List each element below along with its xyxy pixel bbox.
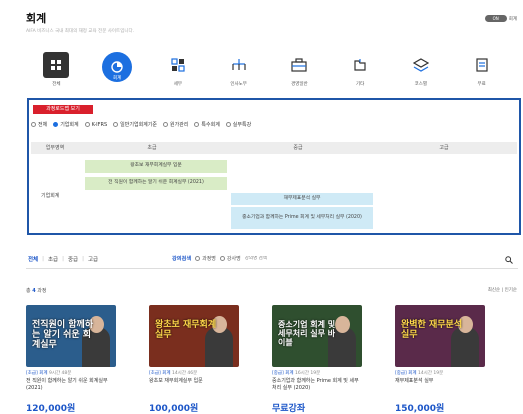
- search-option-title[interactable]: 과정명: [195, 255, 216, 262]
- course-price: 100,000원: [149, 404, 199, 414]
- course-meta: [초급] 회계 14시간 46분: [149, 371, 198, 376]
- filter-all[interactable]: 전체: [31, 121, 47, 128]
- category-label: 경영일반: [291, 82, 308, 87]
- thumb-text: 완벽한 재무분석실무: [401, 320, 463, 340]
- category-label: 세무: [173, 82, 183, 87]
- roadmap-filters: 전체 기업회계 K-IFRS 일반기업회계기준 원가관리 특수회계 실무특강: [31, 121, 251, 128]
- level-tab-advanced[interactable]: 고급: [88, 255, 98, 263]
- thumb-text: 왕초보 재무회계실무: [155, 320, 217, 340]
- category-label: 인사노무: [230, 82, 247, 87]
- radio-icon: [162, 122, 168, 127]
- course-count: 총 4 과정: [26, 288, 47, 294]
- col-beginner: 초급: [147, 145, 157, 151]
- radio-icon: [219, 256, 225, 261]
- category-etc[interactable]: 기타: [330, 52, 391, 92]
- col-area: 업무영역: [45, 145, 65, 151]
- level-tab-beginner[interactable]: 초급: [48, 255, 58, 263]
- course-thumbnail[interactable]: 완벽한 재무분석실무: [395, 305, 485, 367]
- course-thumbnail[interactable]: 왕초보 재무회계실무: [149, 305, 239, 367]
- roadmap-course[interactable]: 재무제표분석 실무: [231, 193, 373, 205]
- org-chart-icon: [226, 52, 252, 78]
- course-card[interactable]: 전직원이 함께하는 알기 쉬운 회계실무 [초급] 회계 9시간 48분 전 직…: [26, 305, 116, 391]
- category-free[interactable]: 무료: [451, 52, 512, 92]
- course-price: 무료강좌: [272, 404, 306, 414]
- course-price: 150,000원: [395, 404, 445, 414]
- filter-kifrs[interactable]: K-IFRS: [84, 121, 107, 128]
- toggle-label: 회계: [508, 16, 517, 22]
- course-meta: [중급] 회계 16시간 19분: [272, 371, 321, 376]
- thumb-text: 전직원이 함께하는 알기 쉬운 회계실무: [32, 320, 94, 350]
- page-subtitle: AIFA 비즈니스 국내 최대의 재정 교육 전문 사이트입니다.: [26, 29, 135, 34]
- search-area: 강의검색 과정명 강사명: [172, 255, 305, 262]
- radio-icon: [53, 122, 59, 127]
- document-icon: [469, 52, 495, 78]
- radio-icon: [31, 122, 36, 127]
- roadmap-course[interactable]: 중소기업과 함께하는 Prime 회계 및 세무처리 실무 (2020): [231, 207, 373, 229]
- course-price: 120,000원: [26, 404, 76, 414]
- category-hr[interactable]: 인사노무: [208, 52, 269, 92]
- toggle-pill[interactable]: ON: [484, 15, 507, 22]
- filter-corporate[interactable]: 기업회계: [53, 121, 79, 128]
- radio-icon: [225, 122, 231, 127]
- course-card[interactable]: 완벽한 재무분석실무 [중급] 회계 14시간 19분 재무제표분석 실무: [395, 305, 485, 385]
- filter-general[interactable]: 일반기업회계기준: [113, 121, 157, 128]
- radio-icon: [194, 122, 200, 127]
- course-card[interactable]: 중소기업 회계 및 세무처리 실무 바이블 [중급] 회계 16시간 19분 중…: [272, 305, 362, 391]
- header: 회계 AIFA 비즈니스 국내 최대의 재정 교육 전문 사이트입니다.: [26, 10, 134, 34]
- category-bar: 전체 회계 세무 인사노무 경영일반 기타 코스별 무료: [26, 52, 512, 92]
- thumb-text: 중소기업 회계 및 세무처리 실무 바이블: [278, 320, 336, 347]
- category-label: 회계: [112, 76, 122, 81]
- search-icon[interactable]: [505, 256, 513, 266]
- search-label: 강의검색: [172, 256, 192, 262]
- tax-icon: [165, 52, 191, 78]
- level-tab-intermediate[interactable]: 중급: [68, 255, 78, 263]
- page: 회계 AIFA 비즈니스 국내 최대의 재정 교육 전문 사이트입니다. ON …: [0, 0, 523, 414]
- level-tabs: 전체 | 초급 | 중급 | 고급: [28, 255, 99, 263]
- folder-icon: [347, 52, 373, 78]
- row-label: 기업회계: [41, 193, 60, 199]
- category-label: 무료: [477, 82, 486, 87]
- category-tax[interactable]: 세무: [148, 52, 209, 92]
- radio-icon: [113, 122, 119, 127]
- course-title[interactable]: 재무제표분석 실무: [395, 378, 485, 385]
- category-label: 기타: [355, 82, 365, 87]
- filter-special[interactable]: 특수회계: [194, 121, 220, 128]
- category-accounting[interactable]: 회계: [87, 52, 148, 92]
- category-label: 전체: [52, 82, 61, 87]
- category-label: 코스별: [414, 82, 428, 87]
- course-thumbnail[interactable]: 전직원이 함께하는 알기 쉬운 회계실무: [26, 305, 116, 367]
- roadmap-button[interactable]: 과정로드맵 보기: [33, 105, 93, 114]
- course-title[interactable]: 왕초보 재무회계실무 입문: [149, 378, 239, 385]
- col-intermediate: 중급: [293, 145, 303, 151]
- course-thumbnail[interactable]: 중소기업 회계 및 세무처리 실무 바이블: [272, 305, 362, 367]
- category-management[interactable]: 경영일반: [269, 52, 330, 92]
- search-input[interactable]: [244, 256, 305, 261]
- filter-practice[interactable]: 실무특강: [225, 121, 251, 128]
- sort-options[interactable]: 최신순 | 인기순: [488, 287, 517, 293]
- radio-icon: [195, 256, 201, 261]
- level-tab-all[interactable]: 전체: [28, 255, 38, 263]
- grid-icon: [43, 52, 70, 78]
- layers-icon: [408, 52, 434, 78]
- page-title: 회계: [26, 12, 47, 25]
- col-advanced: 고급: [439, 145, 449, 151]
- category-course[interactable]: 코스별: [391, 52, 452, 92]
- search-option-instructor[interactable]: 강사명: [219, 255, 241, 262]
- filter-cost[interactable]: 원가관리: [162, 121, 188, 128]
- roadmap-panel: 과정로드맵 보기 전체 기업회계 K-IFRS 일반기업회계기준 원가관리 특수…: [27, 98, 521, 235]
- roadmap-header: 업무영역 초급 중급 고급: [31, 142, 517, 154]
- course-meta: [초급] 회계 9시간 48분: [26, 371, 72, 376]
- radio-icon: [84, 122, 90, 127]
- course-card[interactable]: 왕초보 재무회계실무 [초급] 회계 14시간 46분 왕초보 재무회계실무 입…: [149, 305, 239, 385]
- roadmap-course[interactable]: 왕초보 재무회계실무 입문: [85, 160, 227, 173]
- briefcase-icon: [286, 52, 312, 78]
- course-title[interactable]: 중소기업과 함께하는 Prime 회계 및 세무처리 실무 (2020): [272, 378, 362, 391]
- view-toggle[interactable]: ON 회계: [484, 15, 517, 22]
- course-meta: [중급] 회계 14시간 19분: [395, 371, 444, 376]
- course-title[interactable]: 전 직원이 함께하는 알기 쉬운 회계실무 (2021): [26, 378, 116, 391]
- roadmap-course[interactable]: 전 직원이 함께하는 알기 쉬운 회계실무 (2021): [85, 177, 227, 190]
- category-all[interactable]: 전체: [26, 52, 87, 92]
